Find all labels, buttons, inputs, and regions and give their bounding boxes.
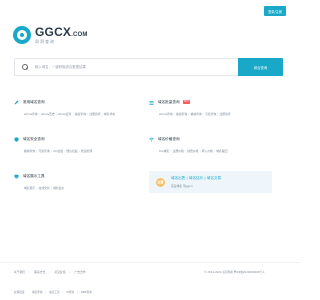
friend-link[interactable]: 站长工具 [49,290,59,294]
category-batch: 域名批量查询 HOT whois查询 | 备案查询 | 被墙查询 | 污染查询 | 注册… [149,99,231,116]
category-link[interactable]: 在线交易 [39,186,50,190]
promo-banner[interactable]: 出售 域名出售 | 域名估价 | 域名交易 买卖域名 到ggcx [149,171,272,193]
hot-badge: HOT [182,100,191,104]
promo-title: 域名出售 | 域名估价 | 域名交易 [171,176,222,181]
category-common: 常用域名查询 whois查询 | whois历史 | whois反查 | 备案查询 | … [14,99,115,116]
shield-icon [14,136,19,142]
friend-link[interactable]: IP查询 [66,290,74,294]
category-link[interactable]: 续费价格 [187,149,198,153]
category-link[interactable]: QQ拦截 [53,149,63,153]
category-link[interactable]: whois历史 [41,112,55,116]
footer-divider [0,262,300,263]
category-link[interactable]: whois反查 [58,112,72,116]
category-title[interactable]: 域名展示工具 [23,174,45,179]
logo-wordmark: GGCX.COM [35,25,88,39]
search-bar: 综合查询 [14,58,283,76]
category-link[interactable]: 抢注检测 [81,149,92,153]
category-link[interactable]: 污染查询 [39,149,50,153]
category-title[interactable]: 域名价格查询 [158,137,180,142]
category-link[interactable]: 转入价格 [202,149,213,153]
category-link[interactable]: 注册价格 [173,149,184,153]
category-link[interactable]: whois查询 [24,112,38,116]
category-link[interactable]: 被墙查询 [24,149,35,153]
copyright: © 2014-2024 哥哥查询 粤ICP备2024000000号-1 [204,271,265,274]
footer-link[interactable]: 关于我们 [14,270,25,274]
category-link[interactable]: Top域名 [159,149,169,153]
footer-link[interactable]: 联系方式 [34,270,45,274]
search-icon [22,64,28,70]
category-link[interactable]: 域名估价 [53,186,64,190]
category-link[interactable]: 域名展示 [24,186,35,190]
category-link[interactable]: 域名状态 [104,112,115,116]
category-link[interactable]: 被墙查询 [190,112,201,116]
footer-link[interactable]: 意见反馈 [54,270,65,274]
login-button[interactable]: 登录/注册 [264,6,286,16]
wrench-icon [14,100,19,105]
category-link[interactable]: 微信拦截 [66,149,77,153]
category-link[interactable]: 备案查询 [75,112,86,116]
category-security: 域名安全查询 被墙查询 | 污染查询 | QQ拦截 | 微信拦截 | 抢注检测 [14,136,92,153]
logo-subtitle: 哥哥查询 [35,39,55,44]
sale-icon: 出售 [156,177,165,187]
category-link[interactable]: 污染查询 [205,112,216,116]
logo-icon [13,26,31,44]
promo-subtitle: 买卖域名 到ggcx [171,183,193,188]
footer-nav: 关于我们 | 联系方式 | 意见反馈 | 广告合作 [14,270,86,274]
friend-link[interactable]: 域名查询 [32,290,42,294]
list-icon [149,100,154,105]
search-button[interactable]: 综合查询 [238,58,283,76]
search-input[interactable] [35,65,235,69]
category-link[interactable]: 域名赎回 [216,149,227,153]
category-link[interactable]: whois查询 [159,112,173,116]
category-link[interactable]: 注册商查 [220,112,231,116]
wifi-icon [149,137,154,142]
category-title[interactable]: 域名批量查询 [158,100,180,105]
category-link[interactable]: 注册商查 [89,112,100,116]
monitor-icon [14,174,19,179]
category-link[interactable]: 备案查询 [176,112,187,116]
site-logo[interactable]: GGCX.COM 哥哥查询 [13,26,88,44]
category-tools: 域名展示工具 域名展示 | 在线交易 | 域名估价 [14,173,64,190]
category-title[interactable]: 域名安全查询 [23,137,45,142]
category-title[interactable]: 常用域名查询 [23,100,45,105]
friend-link[interactable]: DNS查询 [81,290,92,294]
friend-links: 友情链接： 域名查询 | 站长工具 | IP查询 | DNS查询 [14,290,92,295]
footer-link[interactable]: 广告合作 [74,270,85,274]
category-price: 域名价格查询 Top域名 | 注册价格 | 续费价格 | 转入价格 | 域名赎回 [149,136,227,153]
friend-links-label: 友情链接： [14,291,27,294]
